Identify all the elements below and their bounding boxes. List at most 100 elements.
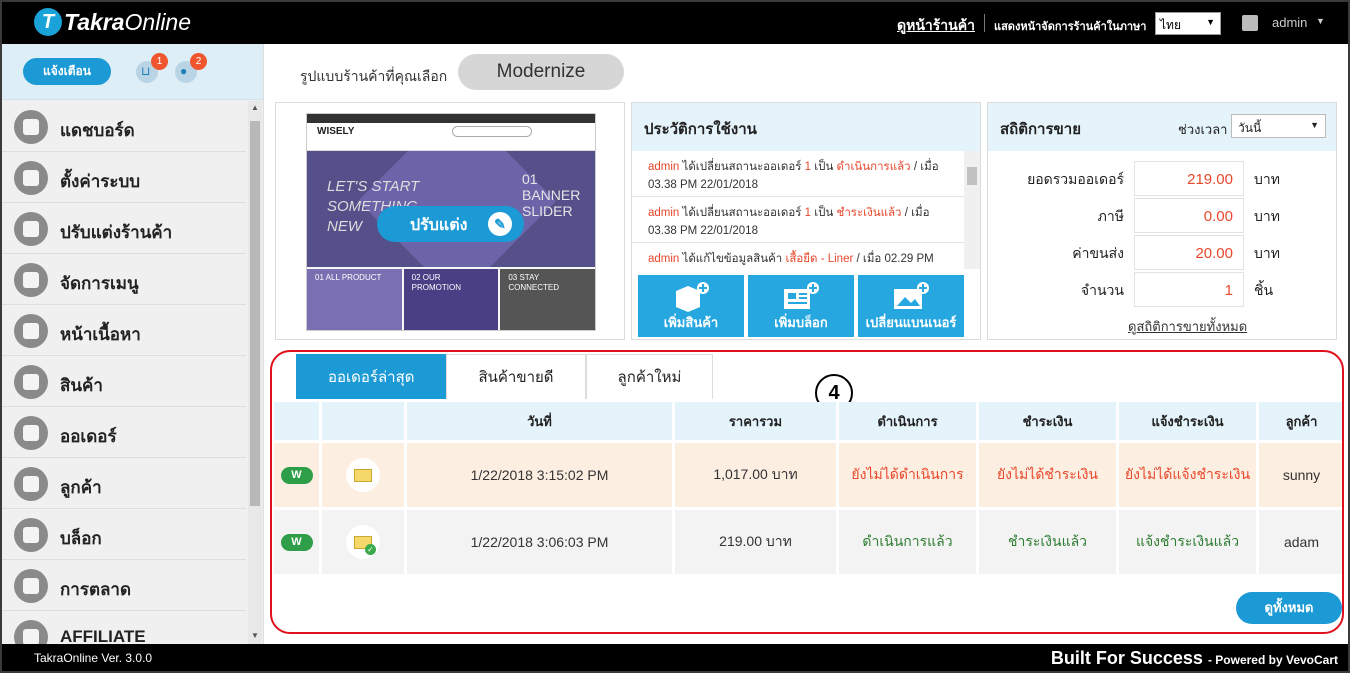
page-icon <box>14 314 48 348</box>
cart-notification-button[interactable]: ⊔ 1 <box>136 53 168 83</box>
orders-tabs: ออเดอร์ล่าสุด สินค้าขายดี ลูกค้าใหม่ <box>296 354 714 399</box>
scroll-up-icon[interactable]: ▲ <box>251 103 259 112</box>
logo-mark: T <box>34 8 62 36</box>
col-process: ดำเนินการ <box>839 402 979 440</box>
table-row[interactable]: W ✓ 1/22/2018 3:06:03 PM 219.00 บาท ดำเน… <box>274 507 1342 574</box>
stat-value: 20.00 <box>1134 235 1244 270</box>
history-scrollbar[interactable] <box>964 151 980 269</box>
chart-icon <box>14 569 48 603</box>
sidebar-item-customers[interactable]: ลูกค้า <box>2 458 246 509</box>
image-plus-icon <box>894 282 929 309</box>
status-badge: ยังไม่ได้ชำระเงิน <box>979 443 1119 507</box>
preview-logo: WISELY <box>317 126 355 137</box>
language-select[interactable]: ไทย ▼ <box>1155 12 1221 35</box>
stat-row-quantity: จำนวน 1 ชิ้น <box>988 270 1336 307</box>
stat-row-shipping: ค่าขนส่ง 20.00 บาท <box>988 233 1336 270</box>
sidebar-item-orders[interactable]: ออเดอร์ <box>2 407 246 458</box>
sidebar-item-customize-store[interactable]: ปรับแต่งร้านค้า <box>2 203 246 254</box>
list-item: admin ได้เปลี่ยนสถานะออเดอร์ 1 เป็น ชำระ… <box>632 197 964 243</box>
add-product-button[interactable]: เพิ่มสินค้า <box>638 275 744 337</box>
language-label: แสดงหน้าจัดการร้านค้าในภาษา <box>994 21 1147 33</box>
sidebar-item-label: ปรับแต่งร้านค้า <box>60 223 173 242</box>
period-label: ช่วงเวลา <box>1178 122 1228 137</box>
tab-latest-orders[interactable]: ออเดอร์ล่าสุด <box>296 354 447 399</box>
theme-name: Modernize <box>458 54 624 90</box>
add-blog-button[interactable]: เพิ่มบล็อก <box>748 275 854 337</box>
stat-value: 219.00 <box>1134 161 1244 196</box>
col-payment-notify: แจ้งชำระเงิน <box>1119 402 1259 440</box>
sidebar-item-content-pages[interactable]: หน้าเนื้อหา <box>2 305 246 356</box>
preview-topbar <box>307 114 595 123</box>
footer: TakraOnline Ver. 3.0.0 Built For Success… <box>2 644 1348 671</box>
top-bar: T TakraOnline ดูหน้าร้านค้า แสดงหน้าจัดก… <box>2 2 1348 44</box>
chevron-down-icon: ▼ <box>1310 120 1319 130</box>
gear-icon <box>14 161 48 195</box>
basket-icon <box>14 416 48 450</box>
envelope-check-icon: ✓ <box>346 525 380 559</box>
sidebar-item-blog[interactable]: บล็อก <box>2 509 246 560</box>
sidebar-item-label: บล็อก <box>60 529 102 548</box>
tab-new-customers[interactable]: ลูกค้าใหม่ <box>585 354 714 399</box>
user-name[interactable]: admin <box>1272 15 1307 30</box>
scrollbar-thumb[interactable] <box>250 121 260 506</box>
user-notification-button[interactable]: ● 2 <box>175 53 207 83</box>
sidebar-item-label: ลูกค้า <box>60 478 102 497</box>
preview-nav <box>307 141 595 151</box>
sidebar-item-label: หน้าเนื้อหา <box>60 325 141 344</box>
stat-value: 0.00 <box>1134 198 1244 233</box>
quick-actions: เพิ่มสินค้า เพิ่มบล็อก เปลี่ยนแบนเนอร์ <box>638 275 968 337</box>
avatar[interactable] <box>1242 15 1258 31</box>
banner-slider-label: 01 BANNER SLIDER <box>522 171 581 219</box>
preview-tile: 03 STAY CONNECTED <box>500 269 595 330</box>
table-row[interactable]: W 1/22/2018 3:15:02 PM 1,017.00 บาท ยังไ… <box>274 440 1342 507</box>
history-panel: ประวัติการใช้งาน admin ได้เปลี่ยนสถานะออ… <box>631 102 981 340</box>
chevron-down-icon[interactable]: ▼ <box>1316 16 1325 26</box>
notification-button[interactable]: แจ้งเตือน <box>23 58 111 85</box>
col-customer: ลูกค้า <box>1259 402 1342 440</box>
scroll-down-icon[interactable]: ▼ <box>251 631 259 640</box>
orders-table: วันที่ ราคารวม ดำเนินการ ชำระเงิน แจ้งชำ… <box>274 402 1342 574</box>
table-body: W 1/22/2018 3:15:02 PM 1,017.00 บาท ยังไ… <box>274 440 1342 574</box>
sidebar-scrollbar[interactable]: ▲ ▼ <box>248 101 262 644</box>
blog-plus-icon <box>784 282 819 309</box>
logo[interactable]: T TakraOnline <box>34 8 191 36</box>
status-badge: ชำระเงินแล้ว <box>979 510 1119 574</box>
period-select[interactable]: วันนี้ ▼ <box>1231 114 1326 138</box>
change-banner-button[interactable]: เปลี่ยนแบนเนอร์ <box>858 275 964 337</box>
col-total: ราคารวม <box>675 402 839 440</box>
divider <box>984 14 985 32</box>
stat-row-tax: ภาษี 0.00 บาท <box>988 196 1336 233</box>
view-all-button[interactable]: ดูทั้งหมด <box>1236 592 1342 624</box>
web-channel-badge: W <box>280 466 313 484</box>
sidebar-item-settings[interactable]: ตั้งค่าระบบ <box>2 152 246 203</box>
sidebar-item-label: สินค้า <box>60 376 103 395</box>
sidebar-item-label: แดชบอร์ด <box>60 121 135 140</box>
sales-stats-panel: สถิติการขาย ช่วงเวลา วันนี้ ▼ ยอดรวมออเดอ… <box>987 102 1337 340</box>
table-header: วันที่ ราคารวม ดำเนินการ ชำระเงิน แจ้งชำ… <box>274 402 1342 440</box>
preview-tile: 01 ALL PRODUCT <box>307 269 402 330</box>
app-frame: T TakraOnline ดูหน้าร้านค้า แสดงหน้าจัดก… <box>0 0 1350 673</box>
col-payment: ชำระเงิน <box>979 402 1119 440</box>
list-item: admin ได้แก้ไขข้อมูลสินค้า เสื้อยืด - Li… <box>632 243 964 269</box>
chevron-down-icon: ▼ <box>1206 17 1215 27</box>
tab-best-sellers[interactable]: สินค้าขายดี <box>446 354 586 399</box>
status-badge: ยังไม่ได้ดำเนินการ <box>839 443 979 507</box>
view-store-link[interactable]: ดูหน้าร้านค้า <box>897 15 975 37</box>
preview-tile: 02 OUR PROMOTION <box>403 269 499 330</box>
theme-label: รูปแบบร้านค้าที่คุณเลือก <box>300 68 448 84</box>
user-icon <box>14 467 48 501</box>
sidebar-menu: แดชบอร์ด ตั้งค่าระบบ ปรับแต่งร้านค้า จัด… <box>2 101 246 662</box>
sidebar-item-marketing[interactable]: การตลาด <box>2 560 246 611</box>
sidebar-item-menu-manager[interactable]: จัดการเมนู <box>2 254 246 305</box>
all-stats-link[interactable]: ดูสถิติการขายทั้งหมด <box>1128 316 1247 337</box>
sidebar: แจ้งเตือน ⊔ 1 ● 2 แดชบอร์ด ตั้งค่าระบบ ป… <box>2 44 264 662</box>
brush-icon: ✎ <box>488 212 512 236</box>
stat-value: 1 <box>1134 272 1244 307</box>
history-title: ประวัติการใช้งาน <box>632 103 980 151</box>
sidebar-item-products[interactable]: สินค้า <box>2 356 246 407</box>
scrollbar-thumb[interactable] <box>967 167 977 185</box>
preview-header: WISELY <box>307 123 595 141</box>
sidebar-item-dashboard[interactable]: แดชบอร์ด <box>2 101 246 152</box>
customize-theme-button[interactable]: ปรับแต่ง ✎ <box>377 206 524 242</box>
box-plus-icon <box>676 282 709 312</box>
